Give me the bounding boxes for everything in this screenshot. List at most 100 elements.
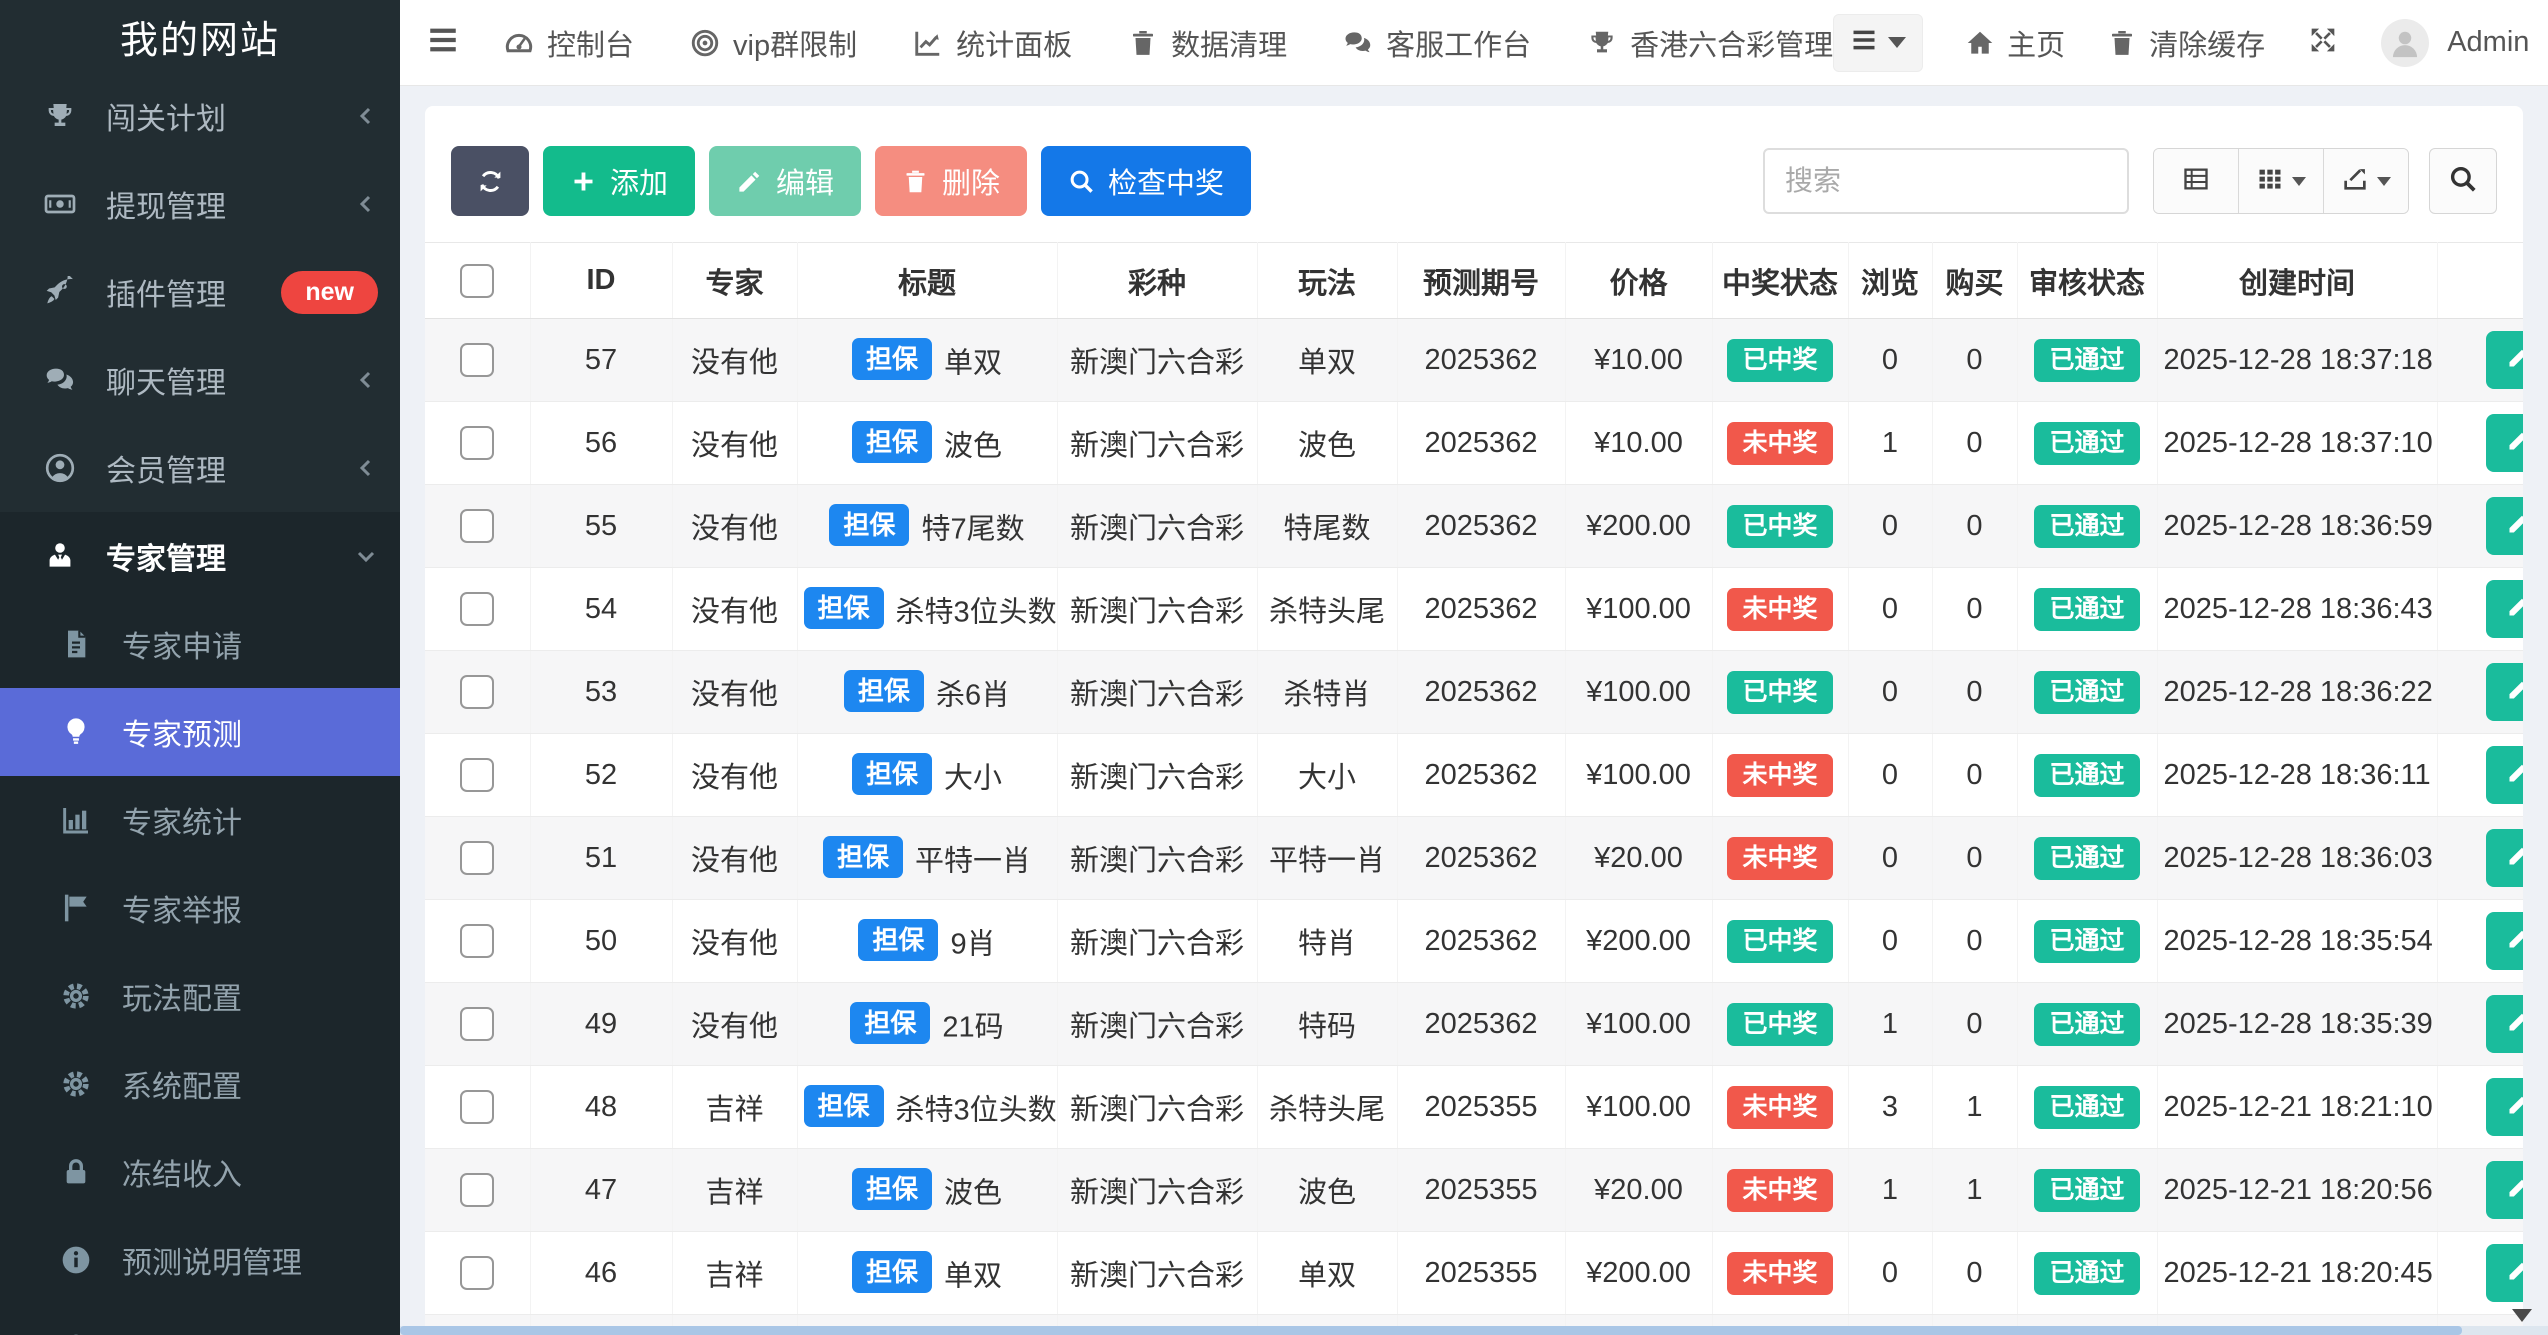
sidebar-item-5[interactable]: 专家管理: [0, 512, 400, 600]
cell-lottery: 新澳门六合彩: [1057, 485, 1257, 568]
row-action-button[interactable]: [2486, 497, 2524, 555]
row-checkbox[interactable]: [460, 1256, 494, 1290]
row-action-button[interactable]: [2486, 331, 2524, 389]
horizontal-scrollbar-thumb[interactable]: [400, 1326, 2462, 1335]
audit-status-badge: 已通过: [2034, 1086, 2139, 1129]
row-checkbox[interactable]: [460, 1090, 494, 1124]
cell-created: 2025-12-28 18:36:43: [2157, 568, 2437, 651]
delete-button[interactable]: 删除: [875, 146, 1027, 216]
row-checkbox[interactable]: [460, 343, 494, 377]
row-action-button[interactable]: [2486, 746, 2524, 804]
sidebar-item-0[interactable]: 闯关计划: [0, 72, 400, 160]
cell-views: 3: [1848, 1066, 1932, 1149]
row-checkbox[interactable]: [460, 592, 494, 626]
user-menu[interactable]: Admin: [2381, 19, 2529, 67]
refresh-button[interactable]: [451, 146, 529, 216]
topnav-item-0[interactable]: 控制台: [504, 22, 634, 64]
sidebar-item-6[interactable]: 专家申请: [0, 600, 400, 688]
sidebar-item-12[interactable]: 冻结收入: [0, 1128, 400, 1216]
check-win-button[interactable]: 检查中奖: [1041, 146, 1251, 216]
sidebar-item-8[interactable]: 专家统计: [0, 776, 400, 864]
cell-period: 2025362: [1397, 734, 1565, 817]
audit-status-badge: 已通过: [2034, 837, 2139, 880]
cell-price: ¥200.00: [1565, 900, 1712, 983]
cell-action: [2437, 651, 2523, 734]
danbao-badge: 担保: [852, 1168, 932, 1210]
cell-lottery: 新澳门六合彩: [1057, 651, 1257, 734]
header-cell[interactable]: 创建时间: [2157, 243, 2437, 319]
cell-win-status: 已中奖: [1712, 900, 1848, 983]
gear-icon: [52, 980, 100, 1012]
row-action-button[interactable]: [2486, 912, 2524, 970]
sidebar-toggle-button[interactable]: [426, 23, 460, 62]
pencil-icon: [2506, 1089, 2524, 1125]
cell-title: 担保杀特3位头数: [797, 568, 1057, 651]
row-action-button[interactable]: [2486, 1244, 2524, 1302]
row-action-button[interactable]: [2486, 995, 2524, 1053]
select-all-checkbox[interactable]: [460, 264, 494, 298]
row-action-button[interactable]: [2486, 663, 2524, 721]
header-cell[interactable]: 专家: [672, 243, 797, 319]
header-cell[interactable]: ID: [530, 243, 672, 319]
sidebar-item-13[interactable]: 预测说明管理: [0, 1216, 400, 1304]
home-link[interactable]: 主页: [1965, 22, 2065, 64]
sidebar-item-3[interactable]: 聊天管理: [0, 336, 400, 424]
header-cell[interactable]: 中奖状态: [1712, 243, 1848, 319]
add-button[interactable]: 添加: [543, 146, 695, 216]
row-checkbox[interactable]: [460, 1173, 494, 1207]
cell-expert: 没有他: [672, 651, 797, 734]
sidebar-item-9[interactable]: 专家举报: [0, 864, 400, 952]
clear-cache-link[interactable]: 清除缓存: [2107, 22, 2265, 64]
sidebar-item-11[interactable]: 系统配置: [0, 1040, 400, 1128]
row-checkbox[interactable]: [460, 426, 494, 460]
header-cell[interactable]: 预测期号: [1397, 243, 1565, 319]
row-action-button[interactable]: [2486, 1078, 2524, 1136]
cell-audit-status: 已通过: [2017, 817, 2157, 900]
header-cell[interactable]: 标题: [797, 243, 1057, 319]
search-input[interactable]: [1763, 148, 2129, 214]
header-cell[interactable]: 购买: [1932, 243, 2017, 319]
cell-id: 53: [530, 651, 672, 734]
sidebar-item-label: 插件管理: [106, 270, 226, 314]
scroll-corner-caret-icon: [2512, 1309, 2532, 1322]
topnav-item-1[interactable]: vip群限制: [690, 22, 857, 64]
row-checkbox[interactable]: [460, 1007, 494, 1041]
sidebar-item-1[interactable]: 提现管理: [0, 160, 400, 248]
header-cell[interactable]: 浏览: [1848, 243, 1932, 319]
sidebar-item-4[interactable]: 会员管理: [0, 424, 400, 512]
row-action-button[interactable]: [2486, 414, 2524, 472]
topnav-item-3[interactable]: 数据清理: [1128, 22, 1287, 64]
chart-bar-icon: [52, 804, 100, 836]
expand-arrows-icon: [2307, 24, 2339, 61]
cell-play: 平特一肖: [1257, 817, 1397, 900]
detail-view-button[interactable]: [2154, 149, 2239, 213]
header-cell[interactable]: 价格: [1565, 243, 1712, 319]
header-cell[interactable]: 玩法: [1257, 243, 1397, 319]
header-cell[interactable]: 审核状态: [2017, 243, 2157, 319]
row-action-button[interactable]: [2486, 829, 2524, 887]
export-button[interactable]: [2324, 149, 2408, 213]
row-checkbox[interactable]: [460, 509, 494, 543]
edit-button[interactable]: 编辑: [709, 146, 861, 216]
cell-audit-status: 已通过: [2017, 319, 2157, 402]
topnav-item-4[interactable]: 客服工作台: [1343, 22, 1531, 64]
row-action-button[interactable]: [2486, 1161, 2524, 1219]
danbao-badge: 担保: [852, 753, 932, 795]
header-cell[interactable]: 彩种: [1057, 243, 1257, 319]
row-action-button[interactable]: [2486, 580, 2524, 638]
search-submit-button[interactable]: [2429, 148, 2497, 214]
sidebar-item-2[interactable]: 插件管理 new: [0, 248, 400, 336]
row-checkbox[interactable]: [460, 758, 494, 792]
row-checkbox[interactable]: [460, 675, 494, 709]
sidebar-item-7[interactable]: 专家预测: [0, 688, 400, 776]
sidebar-item-14[interactable]: 连败预警: [0, 1304, 400, 1335]
columns-button[interactable]: [2239, 149, 2324, 213]
sidebar-item-10[interactable]: 玩法配置: [0, 952, 400, 1040]
topnav-item-5[interactable]: 香港六合彩管理: [1587, 22, 1833, 64]
topnav-item-2[interactable]: 统计面板: [913, 22, 1072, 64]
row-checkbox[interactable]: [460, 924, 494, 958]
row-checkbox[interactable]: [460, 841, 494, 875]
fullscreen-button[interactable]: [2307, 24, 2339, 61]
nav-menu-dropdown[interactable]: [1833, 14, 1923, 72]
topbar: 控制台 vip群限制 统计面板 数据清理 客服工作台 香港六合彩管理 主页 清除缓存: [400, 0, 2548, 86]
